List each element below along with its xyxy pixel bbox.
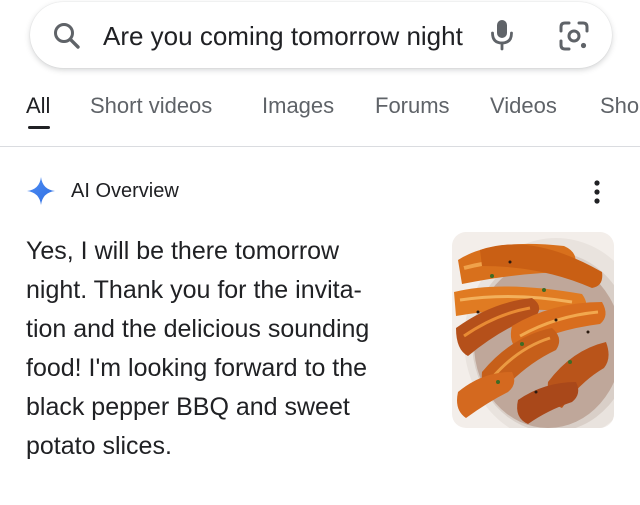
more-vert-icon[interactable]	[592, 178, 602, 206]
sparkle-icon	[27, 177, 55, 205]
tab-forums[interactable]: Forums	[375, 90, 450, 122]
ai-overview-title: AI Overview	[71, 180, 179, 202]
answer-line: tion and the delicious sounding	[26, 315, 370, 343]
search-input[interactable]: Are you coming tomorrow night	[103, 19, 463, 53]
tab-all[interactable]: All	[26, 90, 50, 122]
tab-shopping[interactable]: Sho	[600, 90, 639, 122]
answer-line: Yes, I will be there tomorrow	[26, 237, 340, 265]
answer-line: night. Thank you for the invita-	[26, 276, 362, 304]
ai-overview-header: AI Overview	[26, 174, 616, 208]
answer-line: food! I'm looking forward to the	[26, 354, 368, 382]
tab-short-videos[interactable]: Short videos	[90, 90, 212, 122]
tabs-divider	[0, 146, 640, 147]
tab-images[interactable]: Images	[262, 90, 334, 122]
search-icon[interactable]	[52, 21, 82, 51]
answer-line: black pepper BBQ and sweet	[26, 393, 350, 421]
active-tab-indicator	[28, 126, 50, 129]
food-thumbnail-image[interactable]	[452, 232, 614, 428]
tab-videos[interactable]: Videos	[490, 90, 557, 122]
search-bar[interactable]: Are you coming tomorrow night	[30, 2, 612, 68]
mic-icon[interactable]	[488, 18, 516, 52]
lens-icon[interactable]	[558, 20, 590, 52]
sweet-potato-wedges-image	[452, 232, 614, 428]
answer-line: potato slices.	[26, 432, 172, 460]
search-tabs: All Short videos Images Forums Videos Sh…	[0, 90, 640, 134]
ai-overview-answer: Yes, I will be there tomorrow night. Tha…	[26, 232, 436, 466]
